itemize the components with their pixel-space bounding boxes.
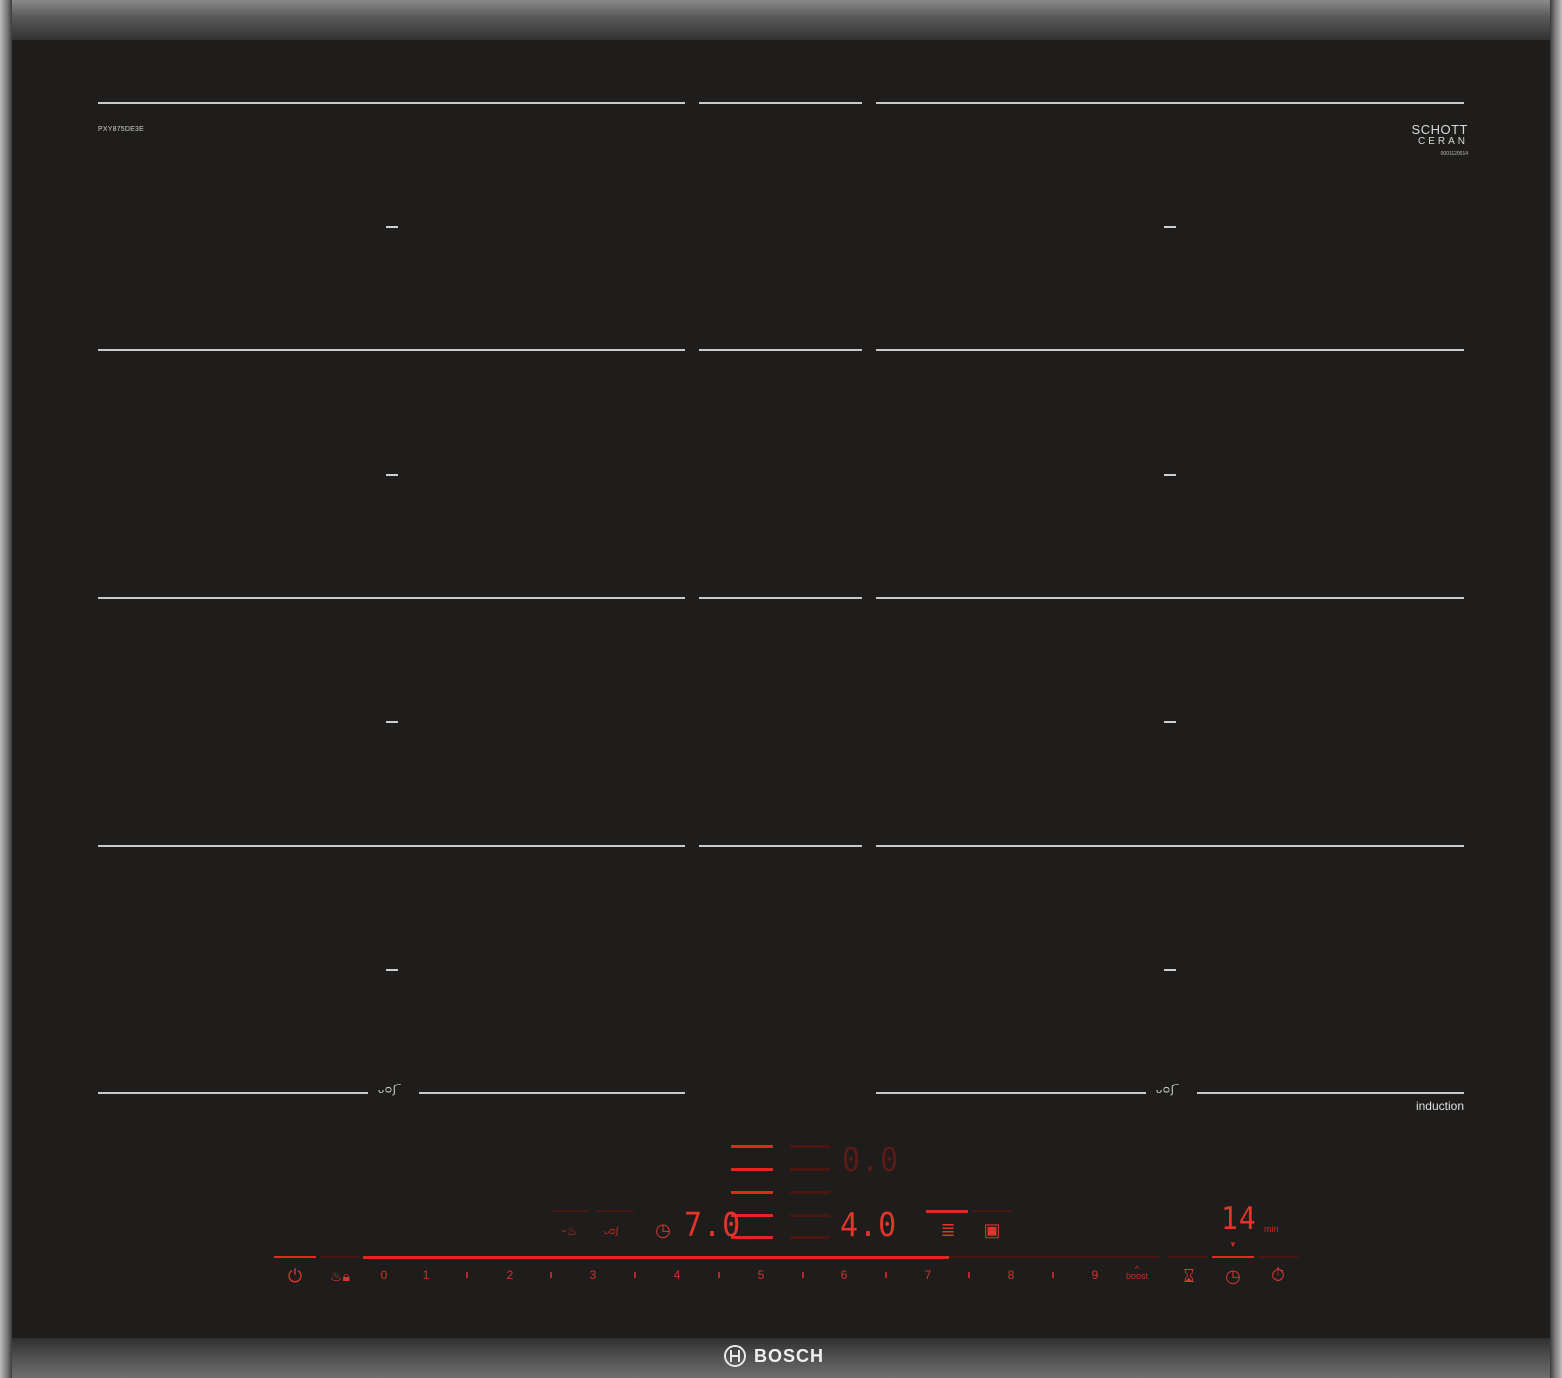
boost-label: boost xyxy=(1125,1271,1149,1281)
function-bar xyxy=(551,1210,589,1212)
power-level-1[interactable]: 1 xyxy=(416,1268,436,1282)
timer-unit: min xyxy=(1264,1224,1279,1234)
power-scale-dot xyxy=(968,1272,970,1278)
zone-line xyxy=(699,102,862,104)
zone-center-mark xyxy=(1164,226,1176,228)
zone-indicator-bar[interactable] xyxy=(790,1145,830,1148)
zone-line xyxy=(699,597,862,599)
function-bar xyxy=(972,1210,1012,1212)
power-slider-track[interactable] xyxy=(363,1256,949,1259)
zone-power-right: 4.0 xyxy=(840,1206,898,1245)
zone-indicator-bar[interactable] xyxy=(731,1145,773,1148)
zone-line xyxy=(98,349,685,351)
power-level-8[interactable]: 8 xyxy=(1001,1268,1021,1282)
power-level-0[interactable]: 0 xyxy=(374,1268,394,1282)
power-scale-dot xyxy=(885,1272,887,1278)
power-level-4[interactable]: 4 xyxy=(667,1268,687,1282)
glass-code: 0001120014 xyxy=(1440,151,1468,157)
stopwatch-icon[interactable]: ⏱︎ xyxy=(1267,1266,1289,1284)
flex-zone-marker-left: ᴗᴑ∫‾ xyxy=(378,1084,402,1096)
ceran-text: CERAN xyxy=(1417,136,1468,147)
zone-line xyxy=(98,1092,368,1094)
zone-indicator-bar[interactable] xyxy=(790,1236,830,1239)
zone-indicator-bar[interactable] xyxy=(790,1191,830,1194)
zone-line xyxy=(876,845,1464,847)
frame-left xyxy=(0,0,12,1378)
zone-indicator-bar[interactable] xyxy=(731,1191,773,1194)
menu-icon[interactable]: ≣ xyxy=(939,1221,957,1239)
zone-power-left: 7.0 xyxy=(684,1206,742,1245)
power-scale-dot xyxy=(466,1272,468,1278)
bosch-logo: BOSCH xyxy=(724,1344,824,1368)
zone-line xyxy=(876,102,1464,104)
zone-indicator-bar[interactable] xyxy=(731,1168,773,1171)
pot-icon[interactable]: ᵕ♨ xyxy=(562,1224,577,1238)
control-bar-lock xyxy=(320,1256,360,1258)
frying-sensor-icon[interactable]: ▣ xyxy=(982,1221,1002,1239)
power-level-5[interactable]: 5 xyxy=(751,1268,771,1282)
control-bar-hourglass xyxy=(1168,1256,1208,1258)
zone-line xyxy=(419,1092,685,1094)
pan-icon[interactable]: ᴗᴑ∫ xyxy=(604,1226,618,1237)
power-scale-dot xyxy=(550,1272,552,1278)
zone-center-mark xyxy=(1164,969,1176,971)
timer-icon[interactable]: ◷ xyxy=(1222,1267,1244,1285)
timer-icon[interactable]: ◷ xyxy=(654,1221,672,1239)
zone-indicator-bar[interactable] xyxy=(790,1168,830,1171)
boost-button[interactable]: ^ boost xyxy=(1124,1265,1150,1281)
zone-line xyxy=(699,845,862,847)
control-bar-power xyxy=(274,1256,316,1258)
power-icon[interactable]: ⏻ xyxy=(284,1267,306,1285)
zone-center-mark xyxy=(1164,474,1176,476)
ceramic-glass-surface xyxy=(12,40,1550,1338)
zone-line xyxy=(98,597,685,599)
power-level-2[interactable]: 2 xyxy=(500,1268,520,1282)
zone-center-mark xyxy=(386,226,398,228)
frame-right xyxy=(1550,0,1562,1378)
brand-name: BOSCH xyxy=(754,1345,825,1366)
hourglass-icon[interactable]: ⌛︎ xyxy=(1179,1267,1199,1285)
power-level-9[interactable]: 9 xyxy=(1085,1268,1105,1282)
power-scale-dot xyxy=(718,1272,720,1278)
induction-label: induction xyxy=(1415,1099,1464,1113)
zone-indicator-bar[interactable] xyxy=(790,1214,830,1217)
function-bar xyxy=(926,1210,968,1213)
power-level-3[interactable]: 3 xyxy=(583,1268,603,1282)
zone-line xyxy=(876,597,1464,599)
timer-readout: 14 xyxy=(1221,1200,1257,1237)
control-bar-stopwatch xyxy=(1258,1256,1298,1258)
power-level-6[interactable]: 6 xyxy=(834,1268,854,1282)
power-scale-dot xyxy=(634,1272,636,1278)
model-number: PXY875DE3E xyxy=(98,126,144,133)
zone-line xyxy=(876,1092,1146,1094)
zone-line xyxy=(98,845,685,847)
zone-line xyxy=(1197,1092,1464,1094)
power-scale-dot xyxy=(802,1272,804,1278)
zone-center-mark xyxy=(386,721,398,723)
power-slider-track-rest[interactable] xyxy=(949,1256,1159,1258)
zone-center-mark xyxy=(386,969,398,971)
control-bar-timer xyxy=(1212,1256,1254,1258)
zone-line xyxy=(98,102,685,104)
power-level-7[interactable]: 7 xyxy=(918,1268,938,1282)
zone-line xyxy=(876,349,1464,351)
child-lock-icon[interactable]: ♨🔒︎ xyxy=(328,1267,352,1285)
frame-top xyxy=(0,0,1562,42)
schott-text: SCHOTT xyxy=(1411,122,1468,137)
flex-zone-marker-right: ᴗᴑ∫‾ xyxy=(1156,1084,1180,1096)
top-power-readout: 0.0 xyxy=(842,1141,900,1180)
zone-center-mark xyxy=(1164,721,1176,723)
power-scale-dot xyxy=(1052,1272,1054,1278)
schott-ceran-logo: SCHOTT CERAN 0001120014 xyxy=(1398,122,1468,157)
zone-line xyxy=(699,349,862,351)
bosch-armature-icon xyxy=(724,1345,746,1367)
function-bar xyxy=(596,1210,634,1212)
zone-center-mark xyxy=(386,474,398,476)
timer-arrow-icon: ▼ xyxy=(1229,1240,1237,1249)
